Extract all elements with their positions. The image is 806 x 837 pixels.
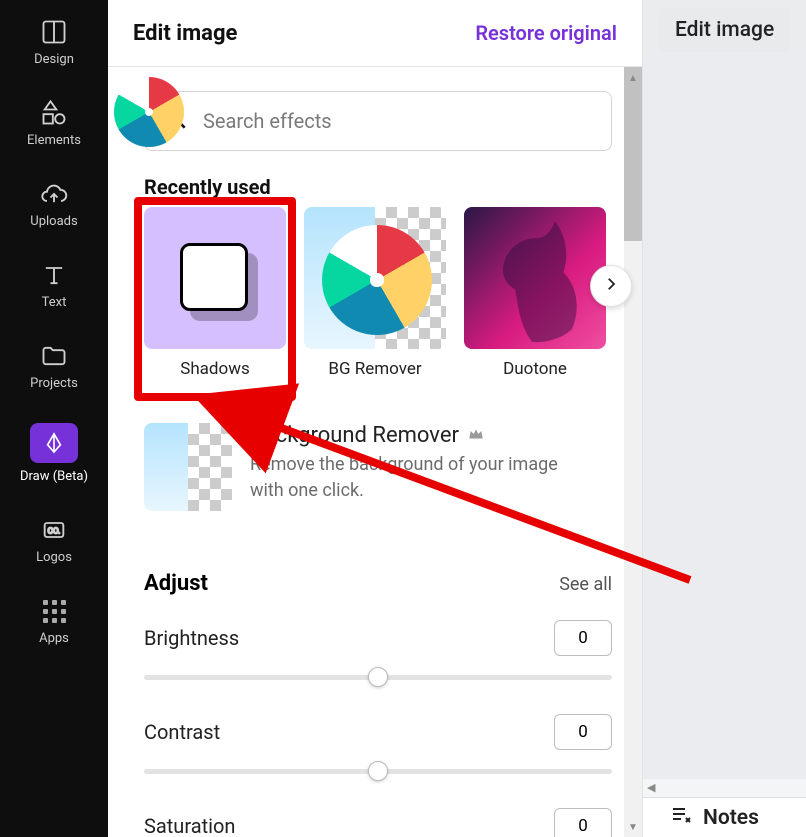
search-effects-input[interactable]: [203, 109, 593, 133]
pencil-icon: [40, 429, 68, 457]
apps-grid-icon: [40, 597, 68, 625]
draw-icon-wrap: [30, 423, 78, 463]
sidebar-item-draw[interactable]: Draw (Beta): [0, 405, 108, 498]
effects-next-button[interactable]: [590, 265, 632, 307]
restore-original-link[interactable]: Restore original: [475, 21, 617, 45]
brightness-value-input[interactable]: [554, 620, 612, 656]
sidebar-item-logos[interactable]: CO. Logos: [0, 498, 108, 579]
featured-title: Background Remover: [250, 423, 459, 448]
brightness-slider[interactable]: [144, 664, 612, 690]
canvas-background[interactable]: [643, 55, 806, 782]
scroll-left-icon[interactable]: ◀: [647, 781, 655, 794]
sidebar-item-label: Design: [34, 52, 74, 67]
effects-row: Shadows BG Remover Duotone: [144, 207, 612, 379]
notes-icon: [669, 804, 693, 832]
panel-body: Recently used Shadows BG Remover: [108, 67, 642, 837]
shapes-icon: [40, 99, 68, 127]
featured-thumb: [144, 423, 232, 511]
contrast-value-input[interactable]: [554, 714, 612, 750]
notes-button[interactable]: Notes: [643, 797, 806, 837]
sidebar-item-projects[interactable]: Projects: [0, 324, 108, 405]
sidebar-item-label: Elements: [27, 133, 81, 148]
shadows-thumb: [144, 207, 286, 349]
crown-icon: [467, 425, 485, 447]
effect-label: Shadows: [180, 359, 250, 379]
chevron-right-icon: [602, 275, 620, 297]
sidebar-item-label: Uploads: [30, 214, 77, 229]
edit-image-button[interactable]: Edit image: [659, 8, 790, 52]
effect-label: Duotone: [503, 359, 567, 379]
sidebar-item-label: Text: [42, 295, 67, 310]
layout-icon: [40, 18, 68, 46]
panel-header: Edit image Restore original: [108, 0, 642, 67]
edit-image-panel: Edit image Restore original ▲ ▼ Recently…: [108, 0, 643, 837]
duotone-thumb: [464, 207, 606, 349]
panel-title: Edit image: [133, 21, 237, 46]
canvas-area: Edit image ◀ Notes: [643, 0, 806, 837]
featured-bg-remover[interactable]: Background Remover Remove the background…: [144, 423, 612, 511]
search-effects-wrap[interactable]: [144, 91, 612, 151]
contrast-slider[interactable]: [144, 758, 612, 784]
sidebar-item-label: Logos: [36, 550, 72, 565]
svg-text:CO.: CO.: [48, 526, 61, 536]
sidebar-item-label: Apps: [39, 631, 69, 646]
sidebar-item-uploads[interactable]: Uploads: [0, 162, 108, 243]
effect-card-duotone[interactable]: Duotone: [464, 207, 606, 379]
left-sidebar: Design Elements Uploads Text Projects Dr…: [0, 0, 108, 837]
sidebar-item-apps[interactable]: Apps: [0, 579, 108, 660]
sidebar-item-elements[interactable]: Elements: [0, 81, 108, 162]
cloud-upload-icon: [40, 180, 68, 208]
effect-label: BG Remover: [328, 359, 421, 379]
featured-desc: Remove the background of your image with…: [250, 452, 580, 504]
effect-card-shadows[interactable]: Shadows: [144, 207, 286, 379]
adjust-label: Contrast: [144, 720, 220, 744]
adjust-see-all-link[interactable]: See all: [559, 574, 612, 595]
logo-icon: CO.: [40, 516, 68, 544]
sidebar-item-design[interactable]: Design: [0, 0, 108, 81]
saturation-value-input[interactable]: [554, 808, 612, 837]
adjust-header: Adjust See all: [144, 571, 612, 596]
text-icon: [40, 261, 68, 289]
adjust-row-brightness: Brightness: [144, 620, 612, 690]
sidebar-item-text[interactable]: Text: [0, 243, 108, 324]
canvas-hscrollbar[interactable]: ◀: [643, 779, 806, 797]
adjust-row-saturation: Saturation: [144, 808, 612, 837]
adjust-label: Brightness: [144, 626, 239, 650]
featured-text: Background Remover Remove the background…: [250, 423, 580, 504]
recently-used-heading: Recently used: [144, 175, 612, 199]
adjust-heading: Adjust: [144, 571, 208, 596]
bg-remover-thumb: [304, 207, 446, 349]
adjust-label: Saturation: [144, 814, 235, 837]
adjust-row-contrast: Contrast: [144, 714, 612, 784]
effect-card-bg-remover[interactable]: BG Remover: [304, 207, 446, 379]
sidebar-item-label: Draw (Beta): [20, 469, 88, 484]
folder-icon: [40, 342, 68, 370]
notes-label: Notes: [703, 806, 759, 830]
sidebar-item-label: Projects: [30, 376, 78, 391]
